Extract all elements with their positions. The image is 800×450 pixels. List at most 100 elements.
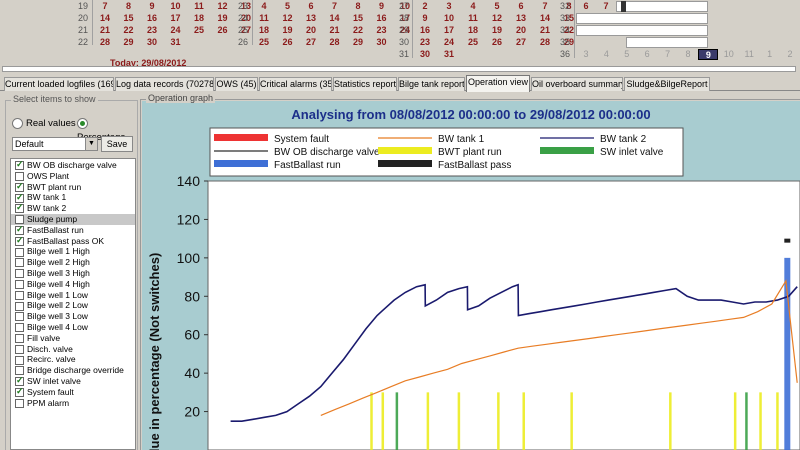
calendar-day[interactable]: 27 [511, 37, 531, 48]
calendar-day[interactable]: 9 [698, 49, 719, 60]
calendar-day[interactable]: 16 [372, 13, 392, 24]
calendar-day[interactable]: 9 [142, 1, 162, 12]
calendar-day[interactable]: 5 [278, 1, 298, 12]
calendar-day[interactable]: 25 [254, 37, 274, 48]
calendar-day[interactable]: 31 [166, 37, 186, 48]
calendar-day[interactable]: 16 [415, 25, 435, 36]
calendar-day[interactable]: 9 [415, 13, 435, 24]
tab-oil-overboard-summary[interactable]: Oil overboard summary [531, 77, 623, 91]
week-track[interactable] [576, 25, 708, 36]
item-checkbox[interactable] [15, 290, 24, 300]
item-checkbox[interactable] [15, 224, 24, 236]
calendar-day[interactable]: 10 [719, 49, 739, 60]
calendar-day[interactable]: 18 [254, 25, 274, 36]
calendar-day[interactable]: 7 [95, 1, 115, 12]
tab-ows-45[interactable]: OWS (45) [215, 77, 258, 91]
list-item[interactable]: Sludge pump [11, 214, 135, 225]
calendar-day[interactable]: 30 [415, 49, 435, 60]
calendar-day[interactable]: 23 [372, 25, 392, 36]
list-item[interactable]: Bilge well 1 Low [11, 290, 135, 301]
calendar-day[interactable]: 14 [325, 13, 345, 24]
list-item[interactable]: SW inlet valve [11, 375, 135, 387]
list-item[interactable]: Bilge well 1 High [11, 246, 135, 257]
tab-critical-alarms-35[interactable]: Critical alarms (35) [259, 77, 332, 91]
list-item[interactable]: Fill valve [11, 333, 135, 344]
list-item[interactable]: BWT plant run [11, 181, 135, 193]
calendar-day[interactable]: 12 [487, 13, 507, 24]
chevron-down-icon[interactable]: ▼ [85, 138, 97, 150]
tab-bilge-tank-report[interactable]: Bilge tank report [398, 77, 465, 91]
calendar-day[interactable]: 8 [348, 1, 368, 12]
list-item[interactable]: BW tank 1 [11, 192, 135, 203]
radio-real-values[interactable]: Real values [12, 117, 76, 131]
calendar-day[interactable]: 30 [142, 37, 162, 48]
calendar-day[interactable]: 9 [372, 1, 392, 12]
calendar-day[interactable]: 17 [166, 13, 186, 24]
calendar-day[interactable]: 15 [348, 13, 368, 24]
calendar-day[interactable]: 19 [278, 25, 298, 36]
list-item[interactable]: PPM alarm [11, 398, 135, 409]
item-checkbox[interactable] [15, 181, 24, 192]
calendar-day[interactable]: 12 [278, 13, 298, 24]
calendar-day[interactable]: 5 [617, 49, 637, 60]
item-checkbox[interactable] [15, 215, 24, 225]
tab-operation-view[interactable]: Operation view [466, 75, 530, 92]
radio-percentage-indicator[interactable] [77, 117, 88, 129]
calendar-day[interactable]: 4 [596, 49, 616, 60]
calendar-day[interactable]: 12 [213, 1, 233, 12]
calendar-day[interactable]: 29 [348, 37, 368, 48]
calendar-day[interactable]: 8 [678, 49, 698, 60]
calendar-day[interactable]: 16 [142, 13, 162, 24]
calendar-day[interactable]: 5 [487, 1, 507, 12]
list-item[interactable]: Bridge discharge override [11, 365, 135, 376]
calendar-day[interactable]: 1 [760, 49, 780, 60]
calendar-day[interactable]: 11 [189, 1, 209, 12]
calendar-day[interactable]: 3 [439, 1, 459, 12]
calendar-day[interactable]: 10 [439, 13, 459, 24]
tab-sludge-bilgereport[interactable]: Sludge&BilgeReport [624, 77, 710, 91]
preset-select[interactable]: Default ▼ [12, 137, 98, 151]
calendar-day[interactable]: 2 [780, 49, 800, 60]
calendar-day[interactable]: 7 [658, 49, 678, 60]
item-checkbox[interactable] [15, 172, 24, 182]
week-track[interactable] [576, 13, 708, 24]
calendar-day[interactable]: 17 [439, 25, 459, 36]
item-checkbox[interactable] [15, 323, 24, 333]
calendar-day[interactable]: 6 [511, 1, 531, 12]
tab-log-data-records-70278[interactable]: Log data records (70278) [115, 77, 214, 91]
calendar-day[interactable]: 13 [511, 13, 531, 24]
calendar-day[interactable]: 21 [325, 25, 345, 36]
list-item[interactable]: System fault [11, 386, 135, 398]
item-checkbox[interactable] [15, 247, 24, 257]
item-checkbox[interactable] [15, 386, 24, 398]
item-checkbox[interactable] [15, 375, 24, 387]
calendar-day[interactable]: 25 [463, 37, 483, 48]
calendar-day[interactable]: 31 [439, 49, 459, 60]
calendar-day[interactable]: 25 [189, 25, 209, 36]
calendar-day[interactable]: 27 [301, 37, 321, 48]
calendar-day[interactable]: 3 [576, 49, 596, 60]
calendar-day[interactable]: 18 [189, 13, 209, 24]
list-item[interactable]: Bilge well 3 Low [11, 311, 135, 322]
list-item[interactable]: FastBallast pass OK [11, 235, 135, 247]
calendar-day[interactable]: 7 [325, 1, 345, 12]
calendar-day[interactable]: 29 [119, 37, 139, 48]
item-checkbox[interactable] [15, 269, 24, 279]
item-checkbox[interactable] [15, 280, 24, 290]
list-item[interactable]: Recirc. valve [11, 354, 135, 365]
calendar-day[interactable]: 6 [301, 1, 321, 12]
list-item[interactable]: Bilge well 4 Low [11, 322, 135, 333]
calendar-day[interactable]: 2 [415, 1, 435, 12]
calendar-day[interactable]: 6 [637, 49, 657, 60]
calendar-day[interactable]: 26 [487, 37, 507, 48]
calendar-day[interactable]: 28 [325, 37, 345, 48]
list-item[interactable]: Bilge well 2 High [11, 257, 135, 268]
items-list[interactable]: BW OB discharge valveOWS PlantBWT plant … [10, 158, 136, 450]
item-checkbox[interactable] [15, 192, 24, 203]
calendar-day[interactable]: 23 [415, 37, 435, 48]
calendar-day[interactable]: 18 [463, 25, 483, 36]
list-item[interactable]: FastBallast run [11, 224, 135, 236]
calendar-day[interactable]: 11 [739, 49, 759, 60]
calendar-day[interactable]: 15 [119, 13, 139, 24]
calendar-day[interactable]: 26 [213, 25, 233, 36]
